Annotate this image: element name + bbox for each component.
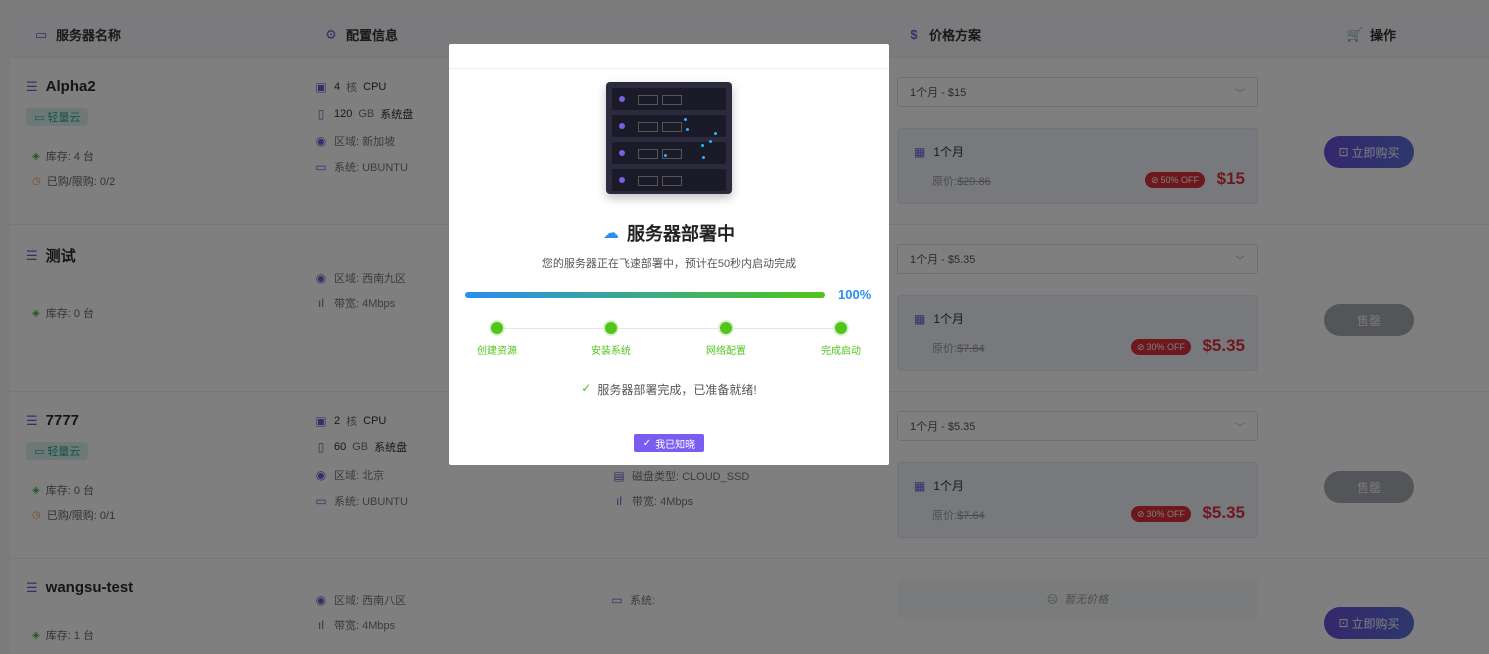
progress-percent: 100% (838, 287, 872, 302)
step-create: 创建资源 (457, 322, 537, 357)
modal-title: ☁ 服务器部署中 (603, 224, 735, 244)
deploy-modal: ☁ 服务器部署中 您的服务器正在飞速部署中，预计在50秒内启动完成 100% 创建… (449, 44, 889, 465)
server-rack-illustration (606, 82, 732, 194)
cloud-upload-icon: ☁ (603, 225, 619, 242)
done-message: ✓ 服务器部署完成，已准备就绪! (581, 381, 757, 397)
step-complete: 完成启动 (801, 322, 881, 357)
step-network: 网络配置 (686, 322, 766, 357)
steps-line (496, 328, 841, 329)
check-icon: ✓ (642, 437, 652, 449)
check-icon: ✓ (581, 381, 592, 395)
progress-bar (465, 292, 825, 298)
acknowledge-button[interactable]: ✓ 我已知晓 (634, 434, 704, 452)
modal-subtitle: 您的服务器正在飞速部署中，预计在50秒内启动完成 (541, 258, 797, 270)
divider (449, 68, 889, 69)
step-install: 安装系统 (571, 322, 651, 357)
